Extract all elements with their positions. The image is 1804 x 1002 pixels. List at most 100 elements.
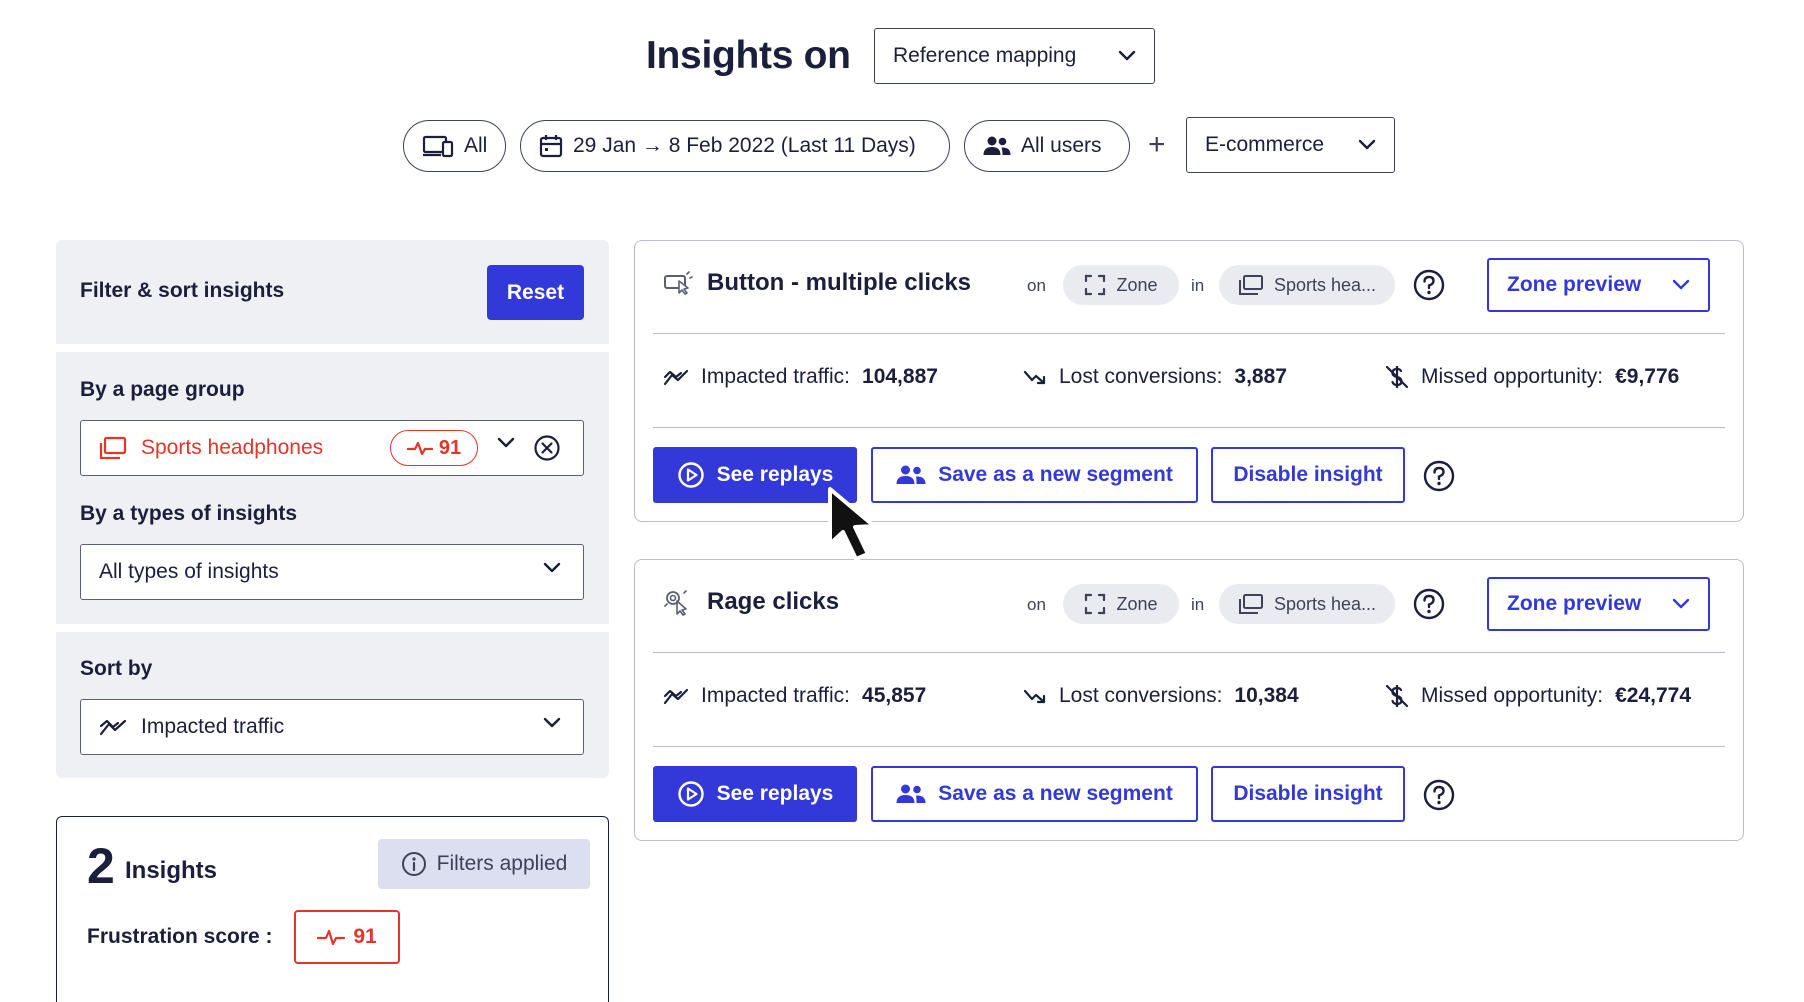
see-replays-button[interactable]: See replays bbox=[653, 766, 857, 822]
zone-chip-label: Zone bbox=[1116, 274, 1158, 295]
sort-by-label: Sort by bbox=[80, 657, 153, 680]
lost-conversions-label: Lost conversions: bbox=[1059, 365, 1223, 388]
lost-conversions-metric: Lost conversions: 3,887 bbox=[1023, 365, 1287, 389]
trend-down-icon bbox=[1023, 687, 1047, 705]
help-icon[interactable] bbox=[1423, 779, 1455, 811]
zone-preview-button[interactable]: Zone preview bbox=[1487, 577, 1710, 631]
help-icon[interactable] bbox=[1413, 269, 1445, 301]
chevron-down-icon bbox=[1672, 598, 1690, 610]
lost-conversions-value: 10,384 bbox=[1234, 684, 1299, 707]
clear-icon[interactable] bbox=[533, 434, 561, 462]
filters-applied-label: Filters applied bbox=[436, 852, 568, 875]
disable-insight-button[interactable]: Disable insight bbox=[1211, 766, 1405, 822]
device-filter-label: All bbox=[464, 134, 488, 157]
frustration-score-badge: 91 bbox=[294, 910, 400, 964]
on-label: on bbox=[1027, 595, 1046, 614]
zone-chip-label: Zone bbox=[1116, 593, 1158, 614]
reset-button[interactable]: Reset bbox=[487, 265, 584, 320]
impacted-traffic-label: Impacted traffic: bbox=[701, 684, 851, 707]
in-label: in bbox=[1191, 595, 1205, 614]
missed-opportunity-metric: Missed opportunity: €24,774 bbox=[1385, 684, 1691, 708]
trend-down-icon bbox=[1023, 368, 1047, 386]
impacted-traffic-value: 104,887 bbox=[862, 365, 938, 388]
play-icon bbox=[677, 780, 705, 808]
impacted-traffic-metric: Impacted traffic: 104,887 bbox=[663, 365, 938, 389]
missed-opportunity-value: €24,774 bbox=[1615, 684, 1692, 707]
page-chip[interactable]: Sports hea... bbox=[1219, 584, 1395, 624]
impacted-traffic-label: Impacted traffic: bbox=[701, 365, 851, 388]
frustration-score-label: Frustration score : bbox=[87, 925, 273, 948]
insights-count-label: Insights bbox=[125, 857, 218, 884]
device-filter-pill[interactable]: All bbox=[403, 120, 506, 172]
page-group-icon bbox=[1238, 593, 1264, 615]
users-filter-label: All users bbox=[1021, 134, 1102, 157]
in-label: in bbox=[1191, 276, 1205, 295]
chevron-down-icon[interactable] bbox=[497, 437, 515, 449]
date-range-pill[interactable]: 29 Jan → 8 Feb 2022 (Last 11 Days) bbox=[520, 120, 950, 172]
save-segment-button[interactable]: Save as a new segment bbox=[871, 447, 1198, 503]
zone-icon bbox=[1084, 593, 1106, 615]
help-icon[interactable] bbox=[1423, 460, 1455, 492]
multiple-clicks-icon bbox=[663, 271, 693, 295]
zone-chip[interactable]: Zone bbox=[1063, 265, 1179, 305]
devices-icon bbox=[422, 134, 454, 158]
page-group-score: 91 bbox=[438, 436, 462, 459]
page-title: Insights on bbox=[646, 34, 851, 77]
mapping-select-value: Reference mapping bbox=[893, 44, 1077, 67]
disable-insight-button[interactable]: Disable insight bbox=[1211, 447, 1405, 503]
page-group-icon bbox=[99, 436, 127, 460]
page-group-score-badge: 91 bbox=[390, 430, 478, 466]
divider bbox=[653, 427, 1725, 428]
filter-row: All 29 Jan → 8 Feb 2022 (Last 11 Days) A… bbox=[0, 117, 1804, 173]
users-filter-pill[interactable]: All users bbox=[964, 120, 1130, 172]
lost-conversions-value: 3,887 bbox=[1234, 365, 1287, 388]
save-segment-label: Save as a new segment bbox=[938, 463, 1173, 486]
insights-count: 2 bbox=[87, 838, 115, 894]
see-replays-label: See replays bbox=[716, 463, 834, 486]
divider bbox=[653, 652, 1725, 653]
mapping-select[interactable]: Reference mapping bbox=[874, 28, 1155, 84]
trend-up-icon bbox=[663, 687, 689, 705]
page-group-icon bbox=[1238, 274, 1264, 296]
save-segment-button[interactable]: Save as a new segment bbox=[871, 766, 1198, 822]
zone-preview-label: Zone preview bbox=[1507, 273, 1642, 296]
filters-applied-badge[interactable]: Filters applied bbox=[378, 839, 590, 889]
help-icon[interactable] bbox=[1413, 588, 1445, 620]
missed-opportunity-value: €9,776 bbox=[1615, 365, 1680, 388]
insight-types-label: By a types of insights bbox=[80, 502, 298, 525]
no-dollar-icon bbox=[1385, 365, 1409, 389]
zone-chip[interactable]: Zone bbox=[1063, 584, 1179, 624]
lost-conversions-label: Lost conversions: bbox=[1059, 684, 1223, 707]
segment-select-value: E-commerce bbox=[1205, 133, 1325, 156]
impacted-traffic-metric: Impacted traffic: 45,857 bbox=[663, 684, 926, 708]
page-group-value: Sports headphones bbox=[141, 436, 324, 459]
on-label: on bbox=[1027, 276, 1046, 295]
trend-up-icon bbox=[99, 718, 127, 736]
play-icon bbox=[677, 461, 705, 489]
divider bbox=[653, 333, 1725, 334]
page-chip[interactable]: Sports hea... bbox=[1219, 265, 1395, 305]
segment-select[interactable]: E-commerce bbox=[1186, 117, 1395, 173]
date-range-label: 29 Jan → 8 Feb 2022 (Last 11 Days) bbox=[573, 134, 916, 157]
chevron-down-icon bbox=[1118, 50, 1136, 62]
zone-preview-button[interactable]: Zone preview bbox=[1487, 258, 1710, 312]
zone-icon bbox=[1084, 274, 1106, 296]
page-group-label: By a page group bbox=[80, 378, 245, 401]
impacted-traffic-value: 45,857 bbox=[862, 684, 927, 707]
add-filter-button[interactable]: + bbox=[1148, 128, 1166, 162]
info-icon bbox=[401, 851, 427, 877]
chevron-down-icon bbox=[1672, 279, 1690, 291]
sort-by-select[interactable]: Impacted traffic bbox=[80, 699, 584, 755]
page-chip-label: Sports hea... bbox=[1273, 593, 1377, 614]
pulse-icon bbox=[317, 927, 346, 947]
pulse-icon bbox=[406, 439, 433, 457]
divider bbox=[653, 746, 1725, 747]
no-dollar-icon bbox=[1385, 684, 1409, 708]
trend-up-icon bbox=[663, 368, 689, 386]
rage-clicks-icon bbox=[663, 590, 693, 616]
chevron-down-icon bbox=[1358, 139, 1376, 151]
page-group-select[interactable]: Sports headphones 91 bbox=[80, 420, 584, 476]
insight-title: Rage clicks bbox=[707, 588, 840, 615]
insight-types-select[interactable]: All types of insights bbox=[80, 544, 584, 600]
title-row: Insights on bbox=[646, 28, 851, 84]
